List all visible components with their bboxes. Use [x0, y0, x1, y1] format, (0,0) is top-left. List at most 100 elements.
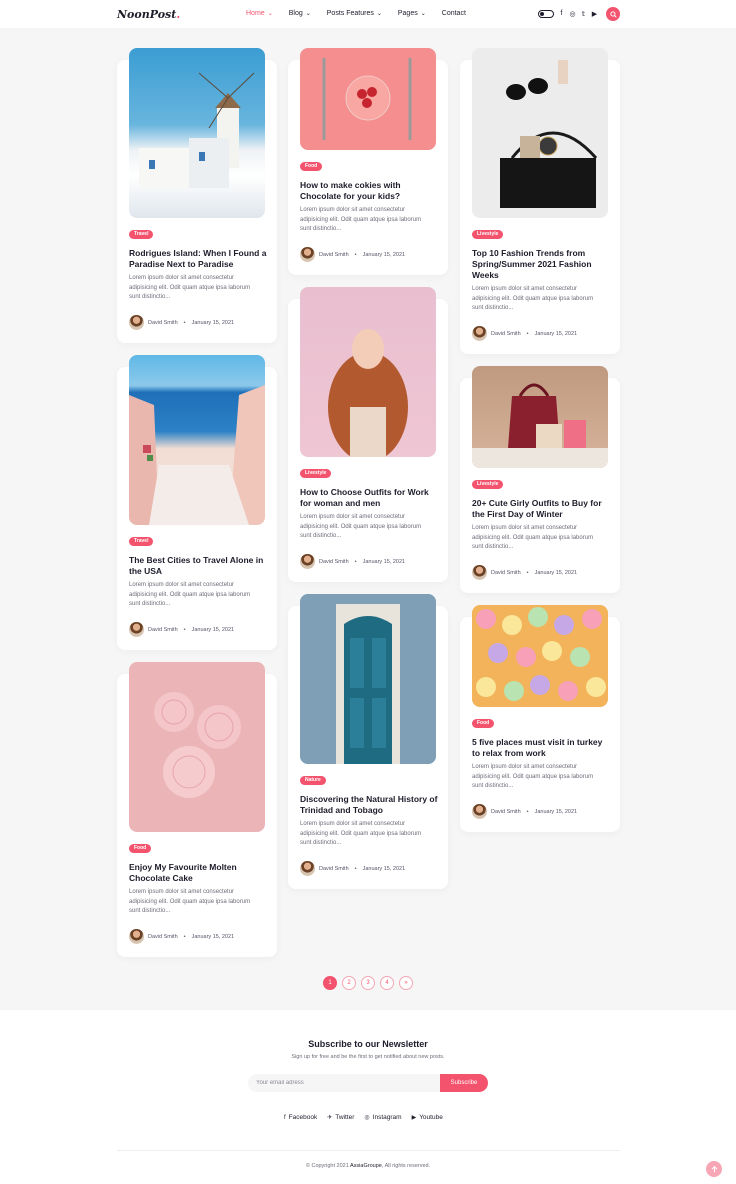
- category-badge[interactable]: Nature: [300, 776, 326, 785]
- post-meta: David Smith • January 15, 2021: [300, 861, 405, 876]
- nav-item-home[interactable]: Home ⌄: [246, 10, 273, 17]
- post-author[interactable]: David Smith: [491, 570, 521, 576]
- post-author[interactable]: David Smith: [491, 809, 521, 815]
- site-logo[interactable]: NoonPost.: [117, 8, 180, 21]
- footer-social-instagram[interactable]: ◎ Instagram: [364, 1114, 401, 1121]
- instagram-icon: ◎: [364, 1115, 370, 1121]
- avatar[interactable]: [472, 565, 487, 580]
- post-author[interactable]: David Smith: [148, 934, 178, 940]
- post-date: January 15, 2021: [191, 933, 235, 940]
- post-image[interactable]: [129, 48, 265, 218]
- instagram-icon[interactable]: ◎: [569, 9, 576, 18]
- post-title[interactable]: 20+ Cute Girly Outfits to Buy for the Fi…: [472, 498, 610, 520]
- post-card[interactable]: Food How to make cokies with Chocolate f…: [288, 48, 448, 275]
- avatar[interactable]: [472, 804, 487, 819]
- avatar[interactable]: [300, 554, 315, 569]
- post-image[interactable]: [300, 287, 436, 457]
- post-image[interactable]: [472, 48, 608, 218]
- twitter-icon[interactable]: 𝕥: [580, 9, 587, 18]
- avatar[interactable]: [300, 861, 315, 876]
- category-badge[interactable]: Food: [129, 844, 152, 853]
- youtube-icon[interactable]: ▶: [591, 9, 598, 18]
- post-title[interactable]: Enjoy My Favourite Molten Chocolate Cake: [129, 862, 267, 884]
- post-image[interactable]: [129, 355, 265, 525]
- fashion-accessories-scene: [500, 60, 598, 208]
- page-button-2[interactable]: 2: [342, 976, 356, 990]
- post-author[interactable]: David Smith: [148, 627, 178, 633]
- avatar[interactable]: [129, 929, 144, 944]
- footer-social-twitter[interactable]: ✈ Twitter: [327, 1114, 354, 1121]
- nav-item-label: Posts Features: [326, 10, 374, 17]
- post-image[interactable]: [300, 48, 436, 150]
- meta-separator: •: [526, 569, 529, 576]
- next-page-button[interactable]: »: [399, 976, 413, 990]
- page-button-1[interactable]: 1: [323, 976, 337, 990]
- post-title[interactable]: Rodrigues Island: When I Found a Paradis…: [129, 248, 267, 270]
- post-card[interactable]: Livestyle How to Choose Outfits for Work…: [288, 287, 448, 582]
- category-badge[interactable]: Livestyle: [300, 469, 332, 478]
- post-card[interactable]: Livestyle Top 10 Fashion Trends from Spr…: [460, 48, 620, 354]
- category-badge[interactable]: Food: [472, 719, 495, 728]
- nav-item-posts-features[interactable]: Posts Features ⌄: [327, 10, 382, 17]
- avatar[interactable]: [472, 326, 487, 341]
- post-card[interactable]: Nature Discovering the Natural History o…: [288, 594, 448, 889]
- footer-social-youtube[interactable]: ▶ Youtube: [412, 1114, 443, 1121]
- search-icon: [609, 10, 617, 18]
- post-title[interactable]: How to make cokies with Chocolate for yo…: [300, 180, 438, 202]
- logo-text: NoonPost: [117, 8, 177, 21]
- post-title[interactable]: Discovering the Natural History of Trini…: [300, 794, 438, 816]
- post-card[interactable]: Food 5 five places must visit in turkey …: [460, 605, 620, 832]
- nav-item-contact[interactable]: Contact: [442, 10, 466, 17]
- copyright: © Copyright 2021 AssiaGroupe, All rights…: [0, 1163, 736, 1169]
- chevron-down-icon: ⌄: [305, 11, 311, 17]
- footer-social-facebook[interactable]: f Facebook: [284, 1114, 317, 1121]
- post-title[interactable]: 5 five places must visit in turkey to re…: [472, 737, 610, 759]
- page-button-4[interactable]: 4: [380, 976, 394, 990]
- post-author[interactable]: David Smith: [491, 331, 521, 337]
- category-badge[interactable]: Food: [300, 162, 323, 171]
- post-card[interactable]: Livestyle 20+ Cute Girly Outfits to Buy …: [460, 366, 620, 593]
- post-image[interactable]: [472, 605, 608, 707]
- facebook-icon[interactable]: f: [558, 9, 565, 18]
- post-title[interactable]: The Best Cities to Travel Alone in the U…: [129, 555, 267, 577]
- avatar[interactable]: [129, 315, 144, 330]
- post-title[interactable]: How to Choose Outfits for Work for woman…: [300, 487, 438, 509]
- nav-item-blog[interactable]: Blog ⌄: [289, 10, 311, 17]
- post-author[interactable]: David Smith: [319, 866, 349, 872]
- page-button-3[interactable]: 3: [361, 976, 375, 990]
- category-badge[interactable]: Travel: [129, 537, 154, 546]
- site-footer: Subscribe to our Newsletter Sign up for …: [0, 1010, 736, 1184]
- avatar[interactable]: [300, 247, 315, 262]
- post-excerpt: Lorem ipsum dolor sit amet consectetur a…: [129, 889, 251, 915]
- post-card[interactable]: Travel The Best Cities to Travel Alone i…: [117, 355, 277, 650]
- dark-mode-toggle[interactable]: [538, 10, 554, 18]
- category-badge[interactable]: Livestyle: [472, 480, 504, 489]
- scroll-to-top-button[interactable]: [706, 1161, 722, 1177]
- footer-socials: f Facebook ✈ Twitter ◎ Instagram ▶ Youtube: [284, 1114, 443, 1121]
- blue-door-scene: [300, 594, 436, 764]
- category-badge[interactable]: Travel: [129, 230, 154, 239]
- post-author[interactable]: David Smith: [319, 252, 349, 258]
- post-card[interactable]: Food Enjoy My Favourite Molten Chocolate…: [117, 662, 277, 957]
- post-image[interactable]: [300, 594, 436, 764]
- email-field[interactable]: [248, 1074, 440, 1092]
- post-image[interactable]: [472, 366, 608, 468]
- woman-portrait-scene: [328, 329, 408, 457]
- post-image[interactable]: [129, 662, 265, 832]
- post-meta: David Smith • January 15, 2021: [472, 565, 577, 580]
- nav-item-pages[interactable]: Pages ⌄: [398, 10, 426, 17]
- avatar[interactable]: [129, 622, 144, 637]
- post-title[interactable]: Top 10 Fashion Trends from Spring/Summer…: [472, 248, 610, 281]
- facebook-icon: f: [284, 1114, 286, 1121]
- post-author[interactable]: David Smith: [319, 559, 349, 565]
- post-excerpt: Lorem ipsum dolor sit amet consectetur a…: [129, 582, 251, 608]
- subscribe-button[interactable]: Subscribe: [440, 1074, 488, 1092]
- copyright-brand-link[interactable]: AssiaGroupe: [350, 1163, 382, 1169]
- category-badge[interactable]: Livestyle: [472, 230, 504, 239]
- post-card[interactable]: Travel Rodrigues Island: When I Found a …: [117, 48, 277, 343]
- header-socials: f ◎ 𝕥 ▶: [558, 9, 598, 18]
- post-date: January 15, 2021: [191, 626, 235, 633]
- post-author[interactable]: David Smith: [148, 320, 178, 326]
- search-button[interactable]: [606, 7, 620, 21]
- meta-separator: •: [183, 626, 186, 633]
